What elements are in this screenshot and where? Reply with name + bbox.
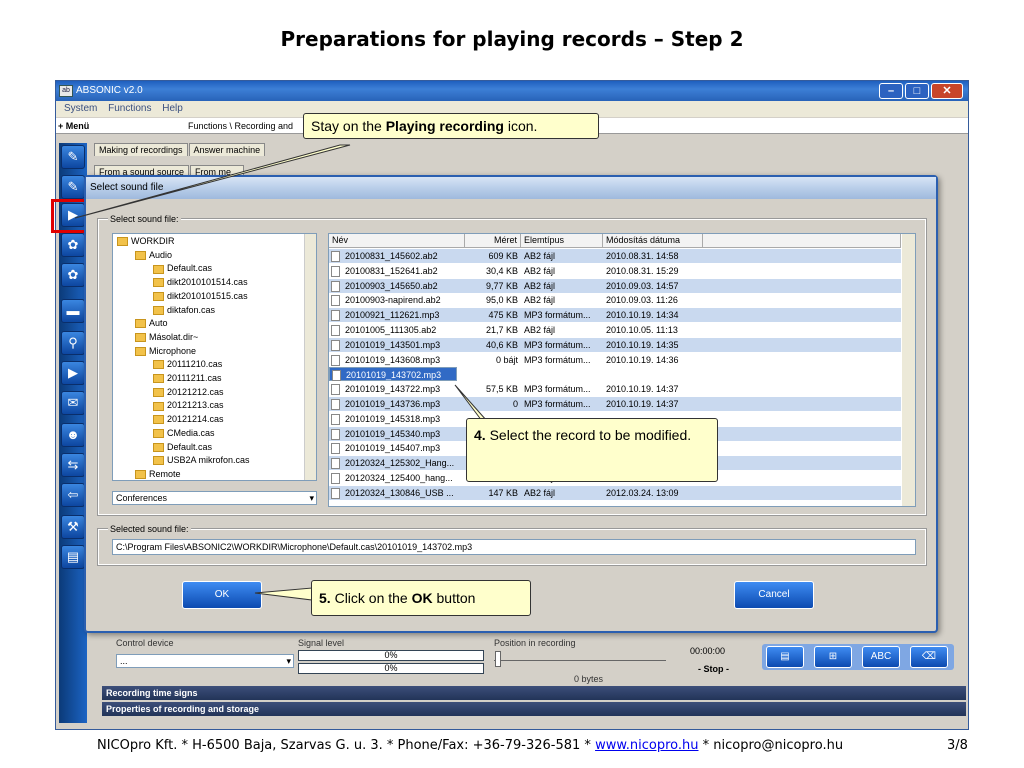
callout-step-4: 4. Select the record to be modified. [466, 418, 718, 482]
footer-contact: NICOpro Kft. * H-6500 Baja, Szarvas G. u… [97, 738, 596, 753]
page-number: 3/8 [947, 738, 968, 753]
callout-step-1: Stay on the Playing recording icon. [303, 113, 599, 139]
callout1-bold: Playing recording [385, 118, 504, 134]
footer-email: * nicopro@nicopro.hu [698, 738, 844, 753]
callout5-pointer [254, 587, 313, 601]
footer-text: NICOpro Kft. * H-6500 Baja, Szarvas G. u… [97, 738, 843, 753]
callout1-text: Stay on the [311, 118, 386, 134]
callout5-end: button [432, 590, 476, 606]
callout4-text: Select the record to be modified. [485, 427, 692, 443]
callout1-pointer [74, 144, 351, 219]
footer-link[interactable]: www.nicopro.hu [595, 738, 698, 753]
callout4-number: 4. [474, 427, 486, 443]
callout5-bold: OK [411, 590, 433, 606]
callout5-number: 5. [319, 590, 331, 606]
callout1-end: icon. [503, 118, 538, 134]
callout-step-5: 5. Click on the OK button [311, 580, 531, 616]
callout5-text: Click on the [330, 590, 412, 606]
